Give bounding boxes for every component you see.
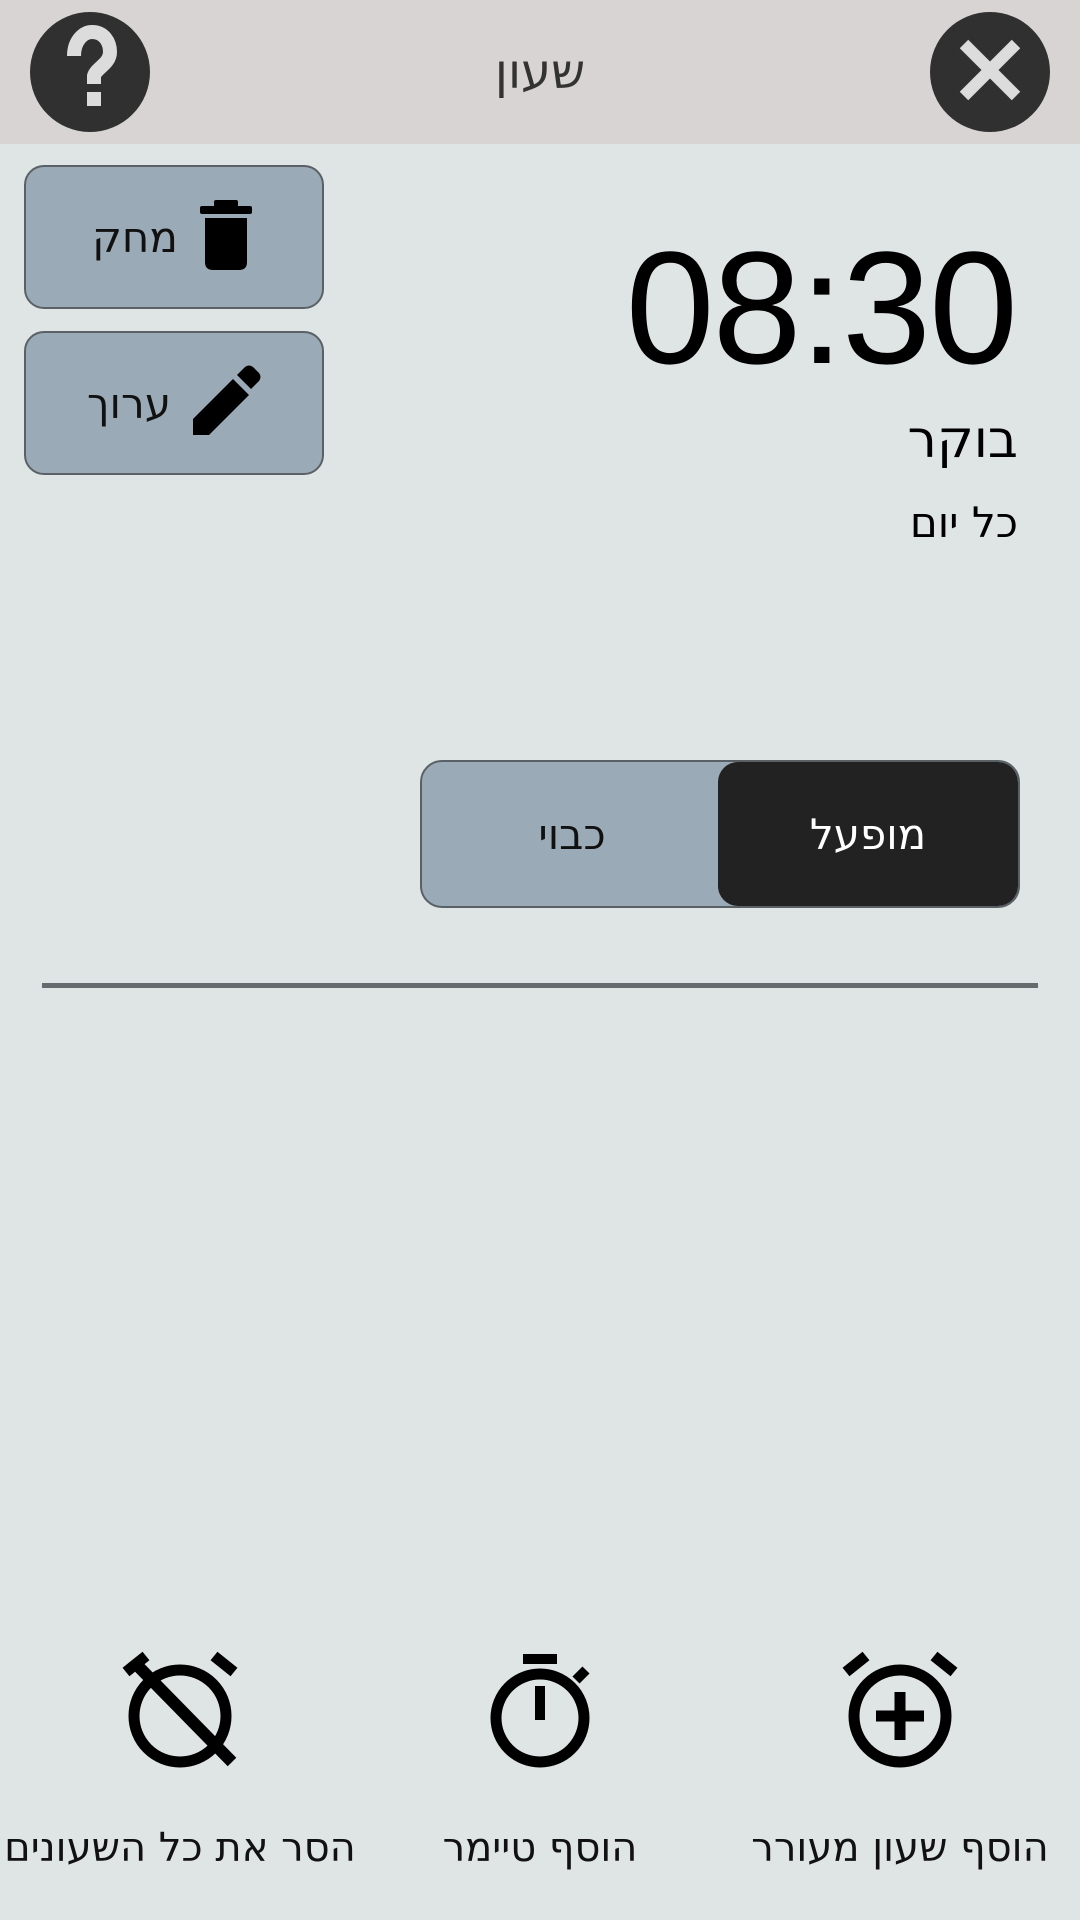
- remove-all-label: הסר את כל השעונים: [4, 1825, 356, 1871]
- pencil-icon: [189, 365, 261, 441]
- alarm-time: 08:30: [625, 218, 1018, 397]
- delete-button[interactable]: מחק: [24, 165, 324, 309]
- add-alarm-label: הוסף שעון מעורר: [751, 1825, 1049, 1871]
- help-button[interactable]: [30, 12, 150, 132]
- delete-label: מחק: [92, 212, 178, 262]
- toggle-on-option[interactable]: מופעל: [718, 762, 1018, 906]
- trash-icon: [196, 200, 256, 274]
- stopwatch-icon: [480, 1650, 600, 1770]
- close-button[interactable]: [930, 12, 1050, 132]
- alarm-toggle[interactable]: כבוי מופעל: [420, 760, 1020, 908]
- divider: [42, 983, 1038, 988]
- help-icon: [30, 10, 150, 134]
- alarm-off-icon: [120, 1650, 240, 1770]
- toggle-off-option[interactable]: כבוי: [422, 762, 722, 906]
- top-bar: שעון: [0, 0, 1080, 144]
- add-alarm-button[interactable]: הוסף שעון מעורר: [720, 1650, 1080, 1890]
- alarm-label: בוקר: [907, 410, 1018, 470]
- remove-all-alarms-button[interactable]: הסר את כל השעונים: [0, 1650, 360, 1890]
- edit-label: ערוך: [87, 378, 171, 428]
- alarm-add-icon: [840, 1650, 960, 1770]
- page-title: שעון: [494, 44, 586, 100]
- alarm-repeat: כל יום: [909, 498, 1018, 547]
- edit-button[interactable]: ערוך: [24, 331, 324, 475]
- close-icon: [930, 10, 1050, 134]
- add-timer-button[interactable]: הוסף טיימר: [360, 1650, 720, 1890]
- add-timer-label: הוסף טיימר: [442, 1825, 638, 1871]
